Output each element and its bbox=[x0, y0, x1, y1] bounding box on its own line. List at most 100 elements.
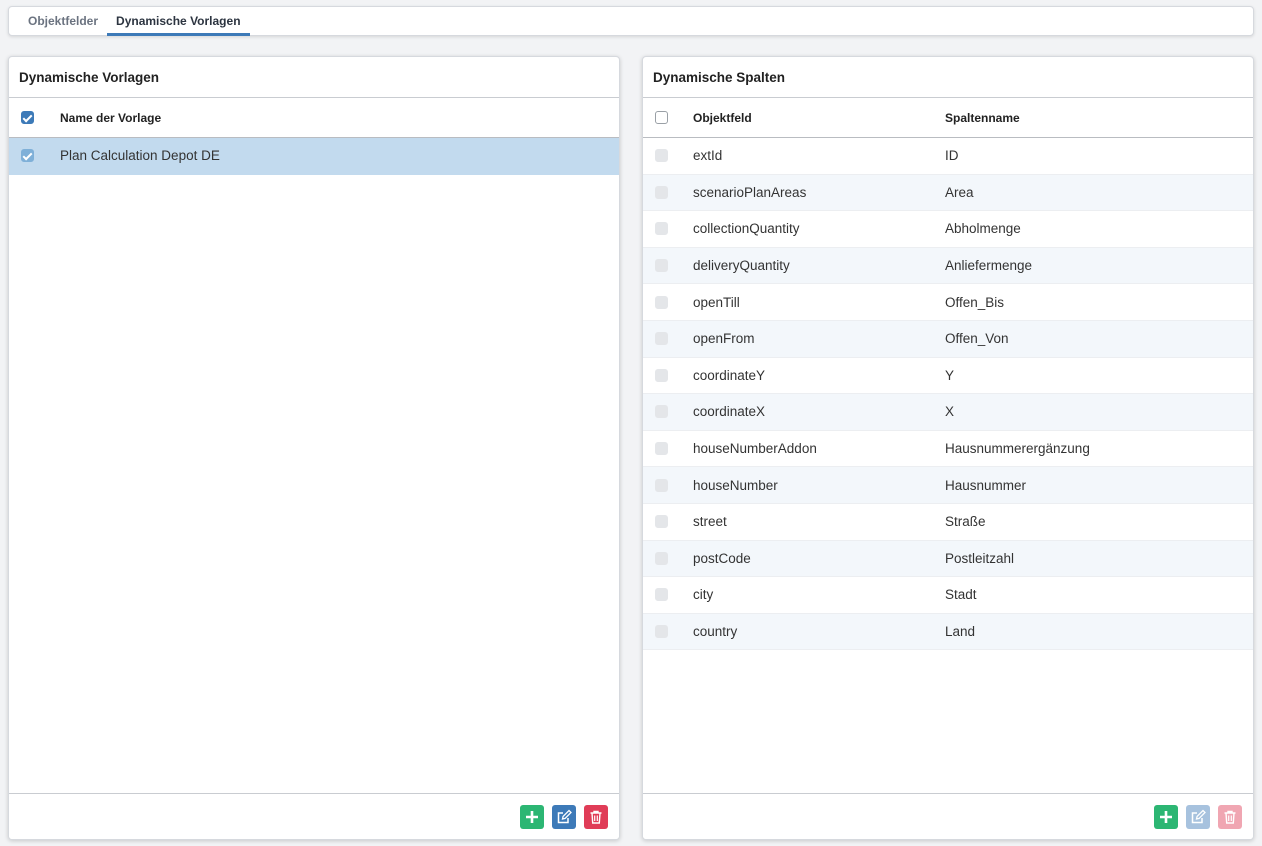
spaltenname-cell: Stadt bbox=[945, 587, 977, 603]
column-header-template-name[interactable]: Name der Vorlage bbox=[45, 111, 161, 125]
row-checkbox[interactable] bbox=[654, 368, 668, 382]
row-checkbox-cell bbox=[643, 405, 679, 419]
template-row[interactable]: Plan Calculation Depot DE bbox=[9, 138, 619, 175]
row-checkbox[interactable] bbox=[654, 222, 668, 236]
objektfeld-cell: coordinateY bbox=[693, 367, 766, 383]
objektfeld-cell: openTill bbox=[693, 294, 740, 310]
row-checkbox-cell bbox=[643, 185, 679, 199]
row-checkbox-cell bbox=[643, 149, 679, 163]
edit-template-button[interactable] bbox=[552, 804, 576, 829]
edit-icon bbox=[1191, 809, 1206, 823]
row-checkbox[interactable] bbox=[654, 588, 668, 602]
spaltenname-cell: Offen_Von bbox=[945, 331, 1009, 347]
add-template-button[interactable] bbox=[520, 804, 544, 829]
row-checkbox[interactable] bbox=[20, 149, 34, 163]
spaltenname-cell: Abholmenge bbox=[945, 221, 1021, 237]
row-checkbox[interactable] bbox=[654, 515, 668, 529]
row-checkbox[interactable] bbox=[654, 442, 668, 456]
templates-panel: Dynamische Vorlagen Name der Vorlage Pla… bbox=[8, 56, 620, 840]
tab-dynamische-vorlagen[interactable]: Dynamische Vorlagen bbox=[107, 7, 250, 36]
spaltenname-cell: Postleitzahl bbox=[945, 550, 1015, 566]
spaltenname-cell: Hausnummer bbox=[945, 477, 1027, 493]
objektfeld-cell: scenarioPlanAreas bbox=[693, 184, 807, 200]
column-row[interactable]: houseNumber Hausnummer bbox=[643, 467, 1253, 504]
spaltenname-cell: ID bbox=[945, 148, 959, 164]
edit-icon bbox=[557, 809, 572, 823]
tab-objektfelder[interactable]: Objektfelder bbox=[19, 7, 107, 35]
row-checkbox-cell bbox=[643, 588, 679, 602]
select-all-templates-checkbox[interactable] bbox=[20, 111, 34, 124]
trash-icon bbox=[590, 810, 602, 824]
select-all-cell bbox=[9, 111, 45, 124]
row-checkbox[interactable] bbox=[654, 149, 668, 163]
row-checkbox[interactable] bbox=[654, 295, 668, 309]
columns-table-body: extId ID scenarioPlanAreas Area collectionQu… bbox=[643, 138, 1253, 651]
row-checkbox-cell bbox=[643, 551, 679, 565]
column-row[interactable]: houseNumberAddon Hausnummerergänzung bbox=[643, 431, 1253, 468]
spaltenname-cell: Hausnummerergänzung bbox=[945, 441, 1090, 457]
column-row[interactable]: scenarioPlanAreas Area bbox=[643, 174, 1253, 212]
edit-column-button[interactable] bbox=[1186, 804, 1210, 829]
objektfeld-cell: coordinateX bbox=[693, 404, 766, 420]
add-column-button[interactable] bbox=[1154, 804, 1178, 829]
spaltenname-cell: Offen_Bis bbox=[945, 294, 1005, 310]
column-row[interactable]: street Straße bbox=[643, 504, 1253, 541]
row-checkbox[interactable] bbox=[654, 259, 668, 273]
objektfeld-cell: city bbox=[693, 587, 714, 603]
select-all-columns-checkbox[interactable] bbox=[654, 111, 668, 124]
tab-bar: Objektfelder Dynamische Vorlagen bbox=[8, 6, 1254, 36]
trash-icon bbox=[1224, 810, 1236, 824]
columns-panel-title: Dynamische Spalten bbox=[643, 57, 1253, 98]
delete-column-button[interactable] bbox=[1218, 804, 1242, 829]
templates-panel-title: Dynamische Vorlagen bbox=[9, 57, 619, 98]
templates-table-header: Name der Vorlage bbox=[9, 98, 619, 138]
column-row[interactable]: city Stadt bbox=[643, 577, 1253, 614]
row-checkbox[interactable] bbox=[654, 625, 668, 639]
row-checkbox-cell bbox=[643, 295, 679, 309]
row-checkbox[interactable] bbox=[654, 478, 668, 492]
spaltenname-cell: Anliefermenge bbox=[945, 258, 1033, 274]
spaltenname-cell: Y bbox=[945, 367, 955, 383]
objektfeld-cell: openFrom bbox=[693, 331, 755, 347]
row-checkbox[interactable] bbox=[654, 405, 668, 419]
row-checkbox-cell bbox=[643, 478, 679, 492]
objektfeld-cell: deliveryQuantity bbox=[693, 258, 790, 274]
column-header-spaltenname[interactable]: Spaltenname bbox=[945, 111, 1020, 125]
objektfeld-cell: houseNumber bbox=[693, 477, 778, 493]
column-row[interactable]: collectionQuantity Abholmenge bbox=[643, 211, 1253, 248]
column-row[interactable]: coordinateX X bbox=[643, 394, 1253, 431]
column-row[interactable]: coordinateY Y bbox=[643, 358, 1253, 395]
template-name-cell: Plan Calculation Depot DE bbox=[60, 148, 220, 164]
row-checkbox[interactable] bbox=[654, 185, 668, 199]
column-row[interactable]: extId ID bbox=[643, 138, 1253, 175]
columns-footer bbox=[643, 793, 1253, 839]
column-row[interactable]: openFrom Offen_Von bbox=[643, 320, 1253, 358]
spaltenname-cell: Straße bbox=[945, 514, 986, 530]
column-row[interactable]: country Land bbox=[643, 613, 1253, 651]
row-checkbox-cell bbox=[643, 442, 679, 456]
column-row[interactable]: openTill Offen_Bis bbox=[643, 284, 1253, 321]
objektfeld-cell: country bbox=[693, 624, 738, 640]
spaltenname-cell: Land bbox=[945, 624, 976, 640]
row-checkbox[interactable] bbox=[654, 551, 668, 565]
row-checkbox[interactable] bbox=[654, 332, 668, 346]
column-row[interactable]: deliveryQuantity Anliefermenge bbox=[643, 247, 1253, 285]
templates-table-body: Plan Calculation Depot DE bbox=[9, 138, 619, 175]
objektfeld-cell: extId bbox=[693, 148, 723, 164]
spaltenname-cell: X bbox=[945, 404, 955, 420]
objektfeld-cell: houseNumberAddon bbox=[693, 441, 817, 457]
plus-icon bbox=[526, 810, 538, 823]
column-row[interactable]: postCode Postleitzahl bbox=[643, 540, 1253, 578]
spaltenname-cell: Area bbox=[945, 184, 974, 200]
columns-table-header: Objektfeld Spaltenname bbox=[643, 98, 1253, 138]
row-checkbox-cell bbox=[643, 368, 679, 382]
objektfeld-cell: street bbox=[693, 514, 727, 530]
delete-template-button[interactable] bbox=[584, 804, 608, 829]
column-header-objektfeld[interactable]: Objektfeld bbox=[679, 111, 945, 125]
row-checkbox-cell bbox=[643, 222, 679, 236]
row-checkbox-cell bbox=[643, 259, 679, 273]
row-checkbox-cell bbox=[643, 515, 679, 529]
objektfeld-cell: collectionQuantity bbox=[693, 221, 800, 237]
objektfeld-cell: postCode bbox=[693, 550, 751, 566]
columns-panel: Dynamische Spalten Objektfeld Spaltennam… bbox=[642, 56, 1254, 840]
